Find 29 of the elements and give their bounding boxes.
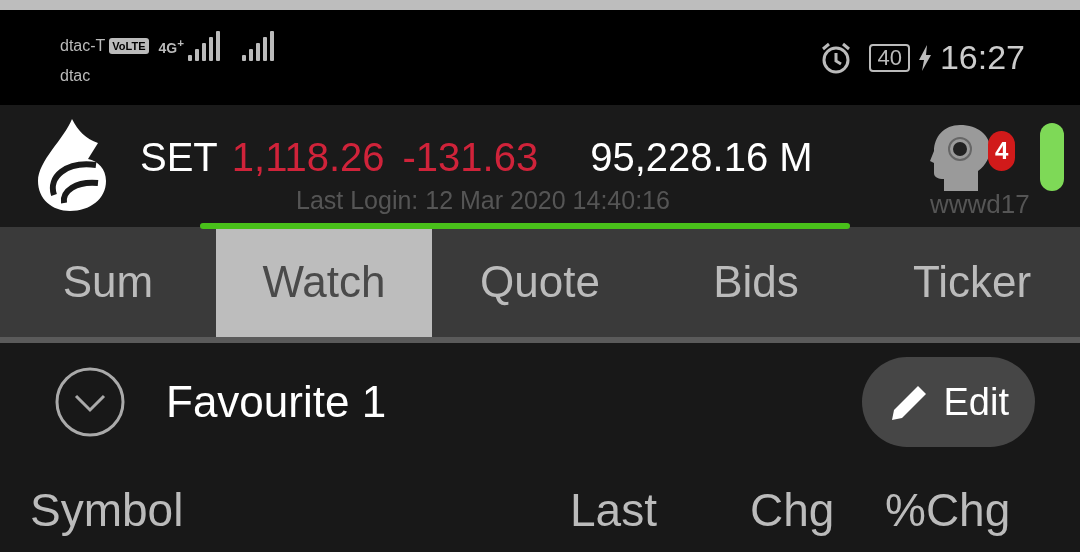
chevron-down-icon[interactable] — [54, 366, 126, 438]
tab[interactable]: Sum — [0, 227, 216, 337]
column-header[interactable]: Last — [570, 483, 750, 537]
tab[interactable]: Ticker — [864, 227, 1080, 337]
column-header[interactable]: %Chg — [885, 483, 1011, 537]
clock-time: 16:27 — [939, 38, 1025, 77]
watchlist-title: Favourite 1 — [166, 377, 388, 427]
column-header[interactable]: Symbol — [30, 483, 570, 537]
username: wwwd17 — [930, 189, 1030, 220]
index-value: 1,118.26 — [231, 135, 385, 180]
index-change: -131.63 — [402, 135, 539, 180]
carrier-name: dtac-T — [60, 36, 106, 55]
network-badge: VoLTE — [109, 37, 149, 54]
trade-volume: 95,228.16 M — [590, 135, 813, 180]
battery-icon: 40 — [869, 43, 910, 72]
tab[interactable]: Watch — [216, 227, 432, 337]
last-login-text: Last Login: 12 Mar 2020 14:40:16 — [296, 186, 671, 215]
bolt-icon — [917, 44, 932, 71]
carrier-name: dtac — [60, 66, 92, 85]
index-name: SET — [140, 135, 218, 180]
edit-button[interactable]: Edit — [861, 357, 1035, 447]
network-type: 4G$^{+}$ — [158, 35, 185, 56]
signal-icon — [242, 30, 277, 61]
column-header[interactable]: Chg — [750, 483, 885, 537]
connection-indicator — [1040, 123, 1064, 191]
signal-icon — [188, 30, 223, 61]
tab[interactable]: Quote — [432, 227, 648, 337]
tab[interactable]: Bids — [648, 227, 864, 337]
notification-badge: 4 — [988, 131, 1016, 171]
